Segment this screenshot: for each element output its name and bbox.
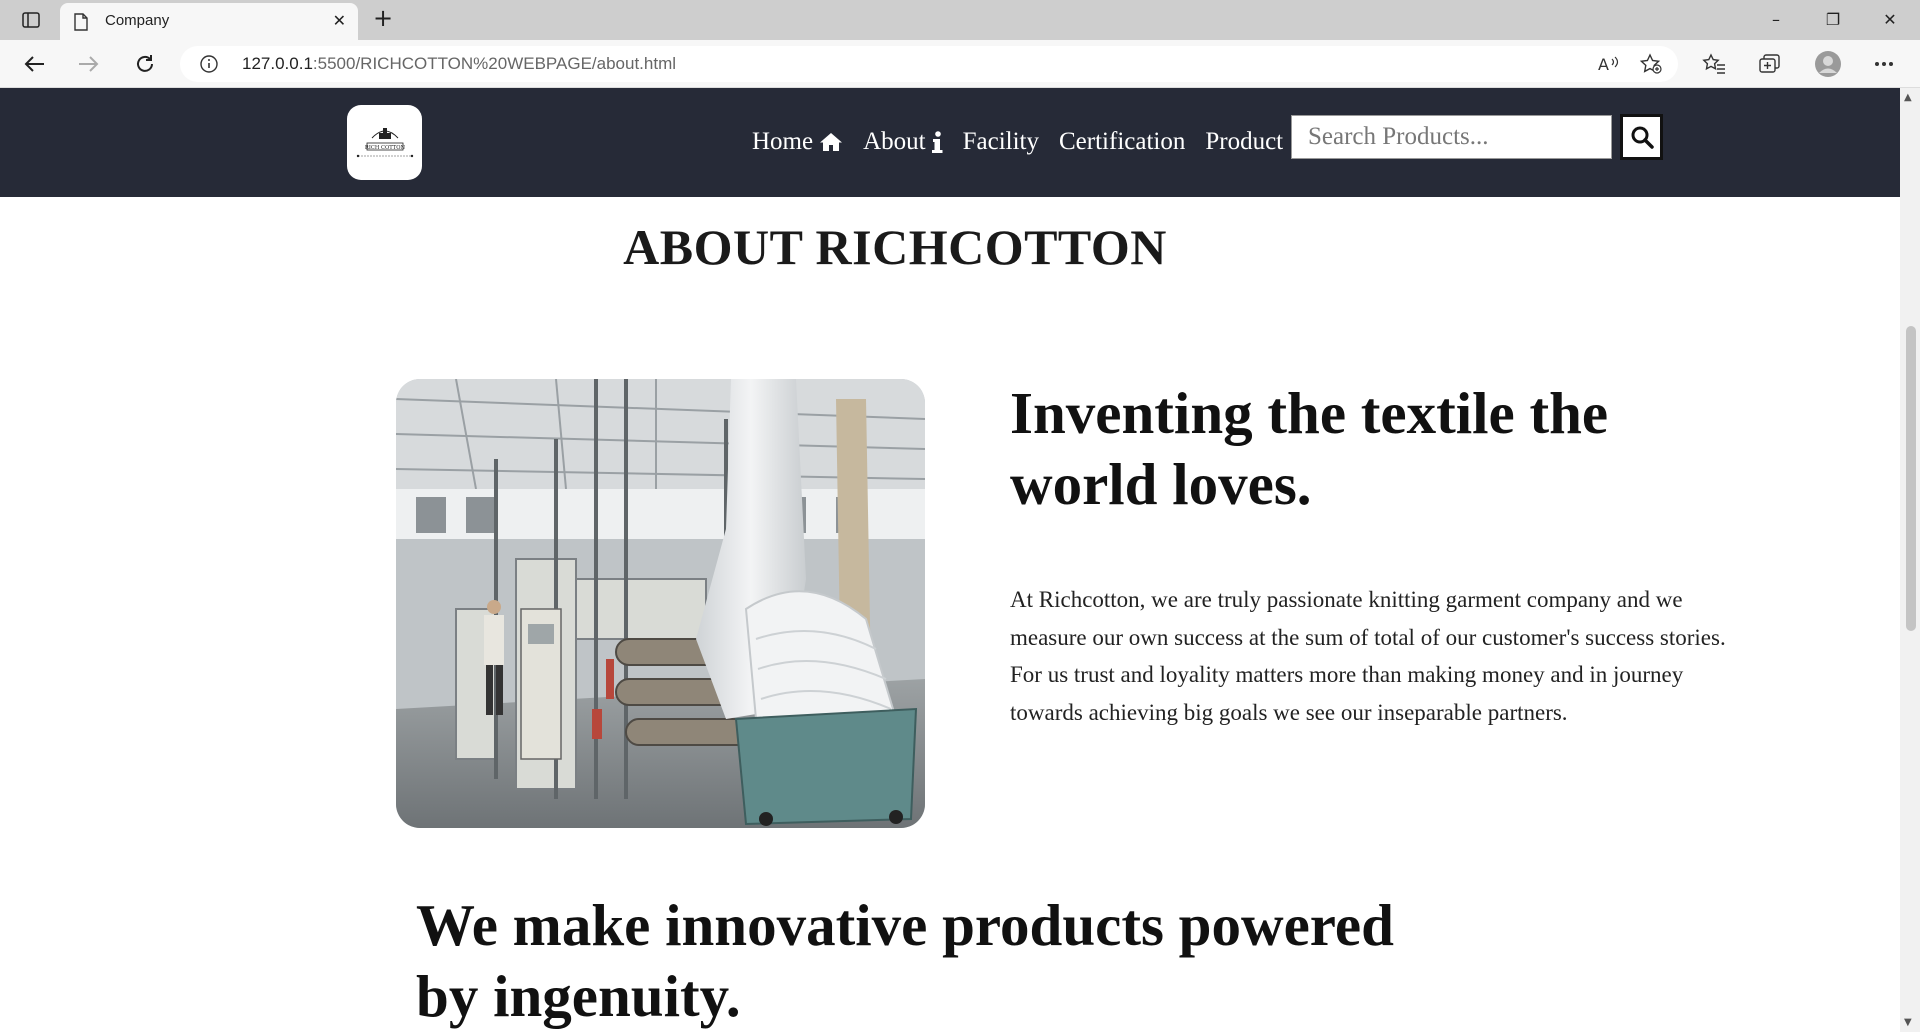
page-icon <box>74 13 88 36</box>
url-text: 127.0.0.1:5500/RICHCOTTON%20WEBPAGE/abou… <box>242 54 676 74</box>
url-host: 127.0.0.1 <box>242 54 313 73</box>
minimize-icon[interactable]: – <box>1756 6 1796 34</box>
favorites-icon[interactable] <box>1699 50 1729 78</box>
nav-facility[interactable]: Facility <box>963 128 1039 156</box>
site-info-icon[interactable] <box>200 55 218 78</box>
scroll-up-icon[interactable]: ▲ <box>1904 92 1912 103</box>
add-favorite-icon[interactable] <box>1639 53 1663 75</box>
read-aloud-icon[interactable]: A <box>1596 53 1620 75</box>
info-icon <box>931 131 943 153</box>
profile-avatar-icon[interactable] <box>1813 50 1843 78</box>
page-title: ABOUT RICHCOTTON <box>623 219 1167 275</box>
nav-facility-label: Facility <box>962 128 1039 155</box>
site-navbar: RICH COTTON Home About Facility Certific… <box>0 88 1900 197</box>
tab-title: Company <box>105 12 170 29</box>
address-bar[interactable]: 127.0.0.1:5500/RICHCOTTON%20WEBPAGE/abou… <box>180 46 1678 82</box>
subheadline: We make innovative products powered by i… <box>416 892 1394 1029</box>
scroll-down-icon[interactable]: ▼ <box>1904 1017 1912 1028</box>
home-icon <box>820 133 843 151</box>
nav-home[interactable]: Home <box>752 128 843 156</box>
active-tab[interactable]: Company ✕ <box>60 3 358 40</box>
collections-icon[interactable] <box>1755 50 1785 78</box>
nav-about[interactable]: About <box>863 128 943 156</box>
svg-text:A: A <box>1598 55 1609 74</box>
nav-about-label: About <box>863 128 926 155</box>
headline: Inventing the textile the world loves. <box>1010 380 1609 517</box>
nav-certification[interactable]: Certification <box>1059 128 1185 156</box>
logo-text: RICH COTTON <box>364 145 405 151</box>
scroll-thumb[interactable] <box>1906 326 1916 631</box>
close-tab-icon[interactable]: ✕ <box>333 12 346 30</box>
about-paragraph: At Richcotton, we are truly passionate k… <box>1010 587 1726 725</box>
search-icon <box>1631 126 1654 149</box>
nav-home-label: Home <box>752 128 814 155</box>
forward-icon[interactable] <box>72 48 106 80</box>
page-viewport: RICH COTTON Home About Facility Certific… <box>0 88 1900 1032</box>
browser-toolbar: 127.0.0.1:5500/RICHCOTTON%20WEBPAGE/abou… <box>0 40 1920 88</box>
restore-icon[interactable]: ❐ <box>1813 6 1853 34</box>
factory-image <box>396 379 925 828</box>
nav-product-label: Product <box>1205 128 1284 155</box>
tab-actions-icon[interactable] <box>14 6 48 34</box>
close-window-icon[interactable]: ✕ <box>1870 6 1910 34</box>
url-path: :5500/RICHCOTTON%20WEBPAGE/about.html <box>312 54 677 73</box>
browser-tab-bar: Company ✕ + – ❐ ✕ <box>0 0 1920 40</box>
company-logo[interactable]: RICH COTTON <box>347 105 422 180</box>
nav-product[interactable]: Product <box>1205 128 1283 156</box>
nav-certification-label: Certification <box>1059 128 1186 155</box>
back-icon[interactable] <box>17 48 51 80</box>
refresh-icon[interactable] <box>128 48 162 80</box>
more-menu-icon[interactable] <box>1869 50 1899 78</box>
new-tab-icon[interactable]: + <box>370 4 396 32</box>
search-input[interactable] <box>1291 115 1612 159</box>
nav-links: Home About Facility Certification Produc… <box>752 128 1283 156</box>
page-scrollbar[interactable]: ▲ ▼ <box>1900 88 1920 1032</box>
search-button[interactable] <box>1620 114 1663 160</box>
